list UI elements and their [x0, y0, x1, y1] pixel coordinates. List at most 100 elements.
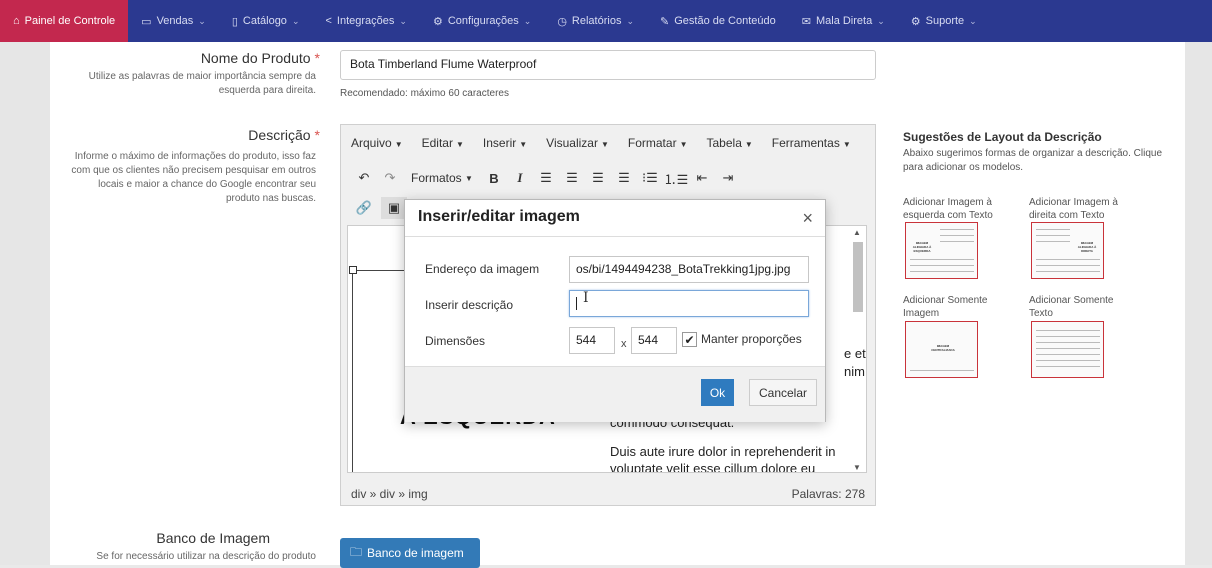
cancel-button[interactable]: Cancelar [749, 379, 817, 406]
description-label-text: Descrição [248, 127, 311, 143]
keep-proportions-checkbox[interactable]: ✔ [682, 332, 697, 347]
layout-thumb-image-left[interactable]: IMAGEM ALINHADA À ESQUERDA [905, 222, 978, 279]
image-source-input[interactable]: os/bi/1494494238_BotaTrekking1jpg.jpg [569, 256, 809, 283]
nav-item-share[interactable]: < Integrações ⌄ [312, 0, 419, 42]
thumb-line [1036, 241, 1070, 242]
resize-handle[interactable] [349, 266, 357, 274]
image-bank-button-label: Banco de imagem [367, 546, 464, 560]
share-icon: < [325, 15, 332, 27]
thumb-line [910, 265, 974, 266]
scroll-up-icon[interactable]: ▲ [853, 228, 861, 237]
dimensions-label: Dimensões [425, 334, 486, 348]
nav-item-edit[interactable]: ✎ Gestão de Conteúdo [647, 0, 789, 42]
nav-item-folder[interactable]: ▭ Vendas ⌄ [128, 0, 219, 42]
nav-item-label: Vendas [156, 15, 194, 27]
product-name-hint: Recomendado: máximo 60 caracteres [340, 88, 509, 99]
thumb-caption: IMAGEM ALINHADA À DIREITA [1077, 241, 1097, 253]
thumb-line [1036, 342, 1100, 343]
editor-statusbar: div » div » img Palavras: 278 [341, 481, 875, 507]
image-border-line [357, 270, 407, 271]
editor-scrollbar[interactable]: ▲ ▼ [852, 228, 864, 472]
editor-menu-label: Editar [421, 136, 453, 150]
suggestion-label[interactable]: Adicionar Somente Imagem [903, 294, 1013, 320]
ok-button[interactable]: Ok [701, 379, 734, 406]
caret-down-icon: ▼ [744, 140, 753, 149]
layout-thumb-image-right[interactable]: IMAGEM ALINHADA À DIREITA [1031, 222, 1104, 279]
thumb-line [940, 235, 974, 236]
indent-icon[interactable]: ⇥ [715, 167, 741, 189]
align-center-icon[interactable]: ☰ [559, 167, 585, 189]
editor-menu-label: Ferramentas [771, 136, 840, 150]
formats-dropdown[interactable]: Formatos ▼ [403, 167, 481, 189]
width-input[interactable]: 544 [569, 327, 615, 354]
nav-item-label: Configurações [447, 15, 519, 27]
nav-item-home[interactable]: ⌂ Painel de Controle [0, 0, 129, 42]
scroll-thumb[interactable] [853, 242, 863, 312]
thumb-line [1036, 271, 1100, 272]
word-count: Palavras: 278 [791, 487, 865, 501]
nav-item-history[interactable]: ◷ Relatórios ⌄ [544, 0, 647, 42]
layout-thumb-text-only[interactable] [1031, 321, 1104, 378]
italic-icon[interactable]: I [507, 167, 533, 189]
element-path[interactable]: div » div » img [351, 487, 428, 501]
dimension-separator: x [621, 338, 627, 350]
bold-icon[interactable]: B [481, 167, 507, 189]
editor-menu-item[interactable]: Inserir ▼ [483, 136, 527, 150]
description-label: Descrição * [180, 127, 320, 143]
keep-proportions-label[interactable]: Manter proporções [701, 332, 802, 346]
chevron-down-icon: ⌄ [626, 15, 634, 26]
editor-menu-label: Visualizar [546, 136, 598, 150]
text-caret [576, 297, 577, 311]
thumb-line [1036, 348, 1100, 349]
numbered-list-icon[interactable]: ⒈☰ [663, 167, 689, 189]
editor-menu-item[interactable]: Visualizar ▼ [546, 136, 609, 150]
folder-icon: ▭ [141, 15, 152, 28]
product-name-input[interactable]: Bota Timberland Flume Waterproof [340, 50, 876, 80]
height-input[interactable]: 544 [631, 327, 677, 354]
outdent-icon[interactable]: ⇤ [689, 167, 715, 189]
thumb-line [1036, 265, 1100, 266]
editor-menu-item[interactable]: Editar ▼ [422, 136, 464, 150]
editor-menu-item[interactable]: Ferramentas ▼ [772, 136, 851, 150]
suggestions-title: Sugestões de Layout da Descrição [903, 130, 1102, 144]
nav-item-gear[interactable]: ⚙ Configurações ⌄ [420, 0, 544, 42]
nav-item-mail[interactable]: ✉ Mala Direta ⌄ [789, 0, 898, 42]
caret-down-icon: ▼ [842, 140, 851, 149]
editor-menubar: Arquivo ▼ Editar ▼ Inserir ▼ Visualizar ▼ Format… [341, 125, 875, 161]
undo-icon[interactable]: ↶ [351, 167, 377, 189]
nav-item-book[interactable]: ▯ Catálogo ⌄ [219, 0, 313, 42]
thumb-line [1036, 330, 1100, 331]
suggestion-label[interactable]: Adicionar Imagem à direita com Texto [1029, 196, 1139, 222]
dialog-footer: Ok Cancelar [405, 366, 825, 422]
close-icon[interactable]: × [802, 208, 813, 229]
link-icon[interactable]: 🔗 [351, 197, 377, 219]
thumb-line [1036, 259, 1100, 260]
caret-down-icon: ▼ [455, 140, 464, 149]
editor-menu-item[interactable]: Formatar ▼ [628, 136, 688, 150]
caret-down-icon: ▼ [394, 140, 403, 149]
editor-menu-label: Formatar [627, 136, 677, 150]
align-justify-icon[interactable]: ☰ [611, 167, 637, 189]
nav-item-label: Suporte [925, 15, 965, 27]
image-bank-label: Banco de Imagem [156, 530, 270, 546]
image-bank-button[interactable]: 🗀 Banco de imagem [340, 538, 480, 568]
editor-menu-item[interactable]: Arquivo ▼ [351, 136, 403, 150]
chevron-down-icon: ⌄ [969, 15, 977, 26]
align-right-icon[interactable]: ☰ [585, 167, 611, 189]
thumb-line [1036, 229, 1070, 230]
thumb-caption: IMAGEM ALINHADA À ESQUERDA [912, 241, 932, 253]
layout-thumb-image-only[interactable]: IMAGEM CENTRALIZADA [905, 321, 978, 378]
scroll-down-icon[interactable]: ▼ [853, 463, 861, 472]
suggestion-label[interactable]: Adicionar Imagem à esquerda com Texto [903, 196, 1013, 222]
bullet-list-icon[interactable]: ⁝☰ [637, 167, 663, 189]
suggestion-label[interactable]: Adicionar Somente Texto [1029, 294, 1139, 320]
nav-item-support[interactable]: ⚙ Suporte ⌄ [898, 0, 990, 42]
align-left-icon[interactable]: ☰ [533, 167, 559, 189]
top-navigation: ⌂ Painel de Controle ▭ Vendas ⌄ ▯ Catálogo ⌄ < In… [0, 0, 1212, 42]
redo-icon[interactable]: ↷ [377, 167, 403, 189]
image-description-label: Inserir descrição [425, 298, 514, 312]
editor-menu-item[interactable]: Tabela ▼ [707, 136, 753, 150]
thumb-caption: IMAGEM CENTRALIZADA [931, 344, 955, 352]
image-description-input[interactable] [569, 290, 809, 317]
nav-item-label: Relatórios [571, 15, 622, 27]
